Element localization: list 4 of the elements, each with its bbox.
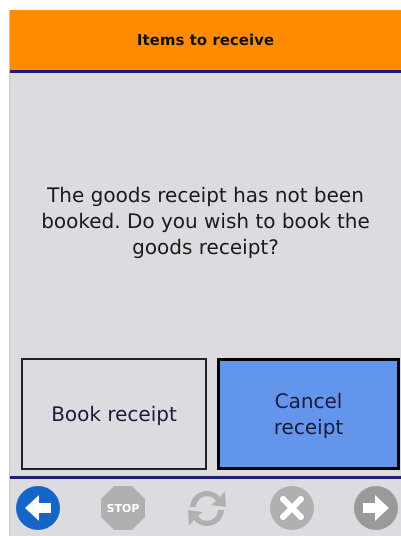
dialog-button[interactable]: Cancel receipt bbox=[217, 358, 400, 470]
dialog-button[interactable]: Book receipt bbox=[21, 358, 207, 470]
header-title: Items to receive bbox=[10, 10, 401, 73]
confirmation-message: The goods receipt has not been booked. Do you wish to book the goods receipt? bbox=[40, 182, 371, 260]
